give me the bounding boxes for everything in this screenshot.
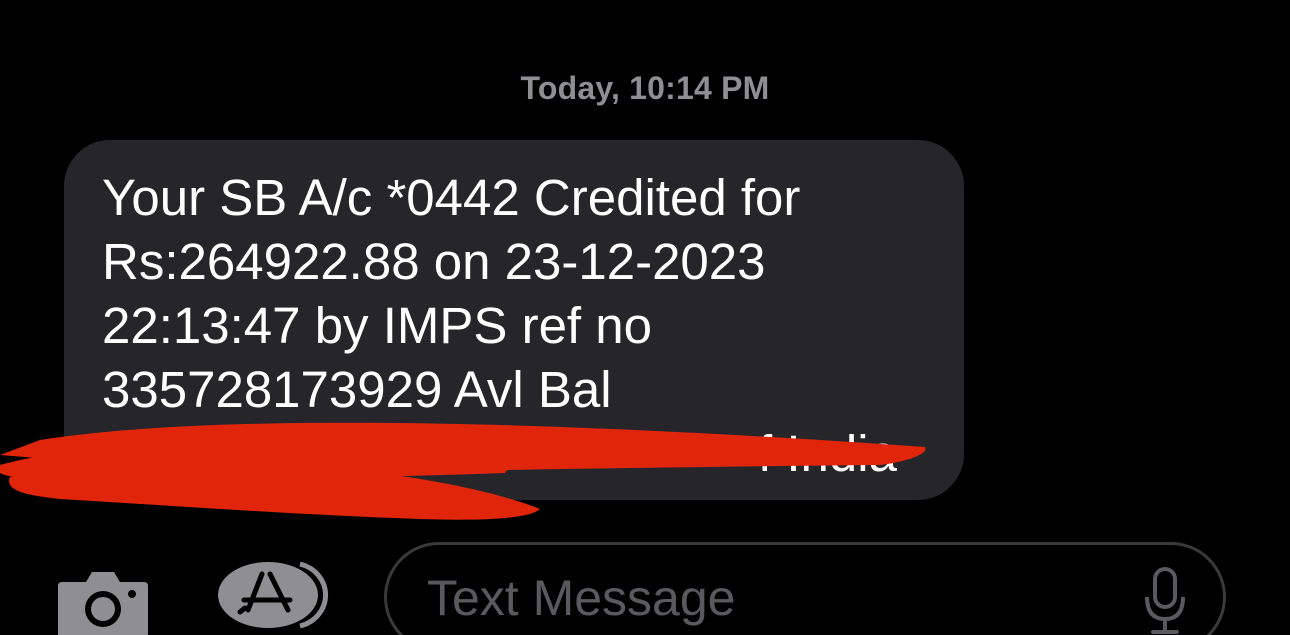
message-line-visible-fragment: f India <box>758 425 897 482</box>
microphone-icon <box>1145 567 1185 634</box>
message-line: 22:13:47 by IMPS ref no <box>102 297 652 354</box>
app-store-icon <box>218 561 328 629</box>
received-message-bubble[interactable]: Your SB A/c *0442 Credited for Rs:264922… <box>64 140 964 500</box>
dictation-button[interactable] <box>1143 567 1187 635</box>
app-store-button[interactable] <box>214 560 334 630</box>
camera-button[interactable] <box>56 568 150 635</box>
message-input-bar <box>0 535 1290 635</box>
text-message-field[interactable] <box>384 542 1226 635</box>
text-message-input[interactable] <box>427 565 1107 631</box>
message-line: Rs:264922.88 on 23-12-2023 <box>102 233 766 290</box>
message-line-partially-redacted: f India <box>102 422 924 486</box>
message-line: Your SB A/c *0442 Credited for <box>102 169 801 226</box>
message-timestamp: Today, 10:14 PM <box>520 70 770 106</box>
messages-screen: Today, 10:14 PM Your SB A/c *0442 Credit… <box>0 0 1290 635</box>
camera-icon <box>58 572 148 635</box>
message-line: 335728173929 Avl Bal <box>102 361 612 418</box>
